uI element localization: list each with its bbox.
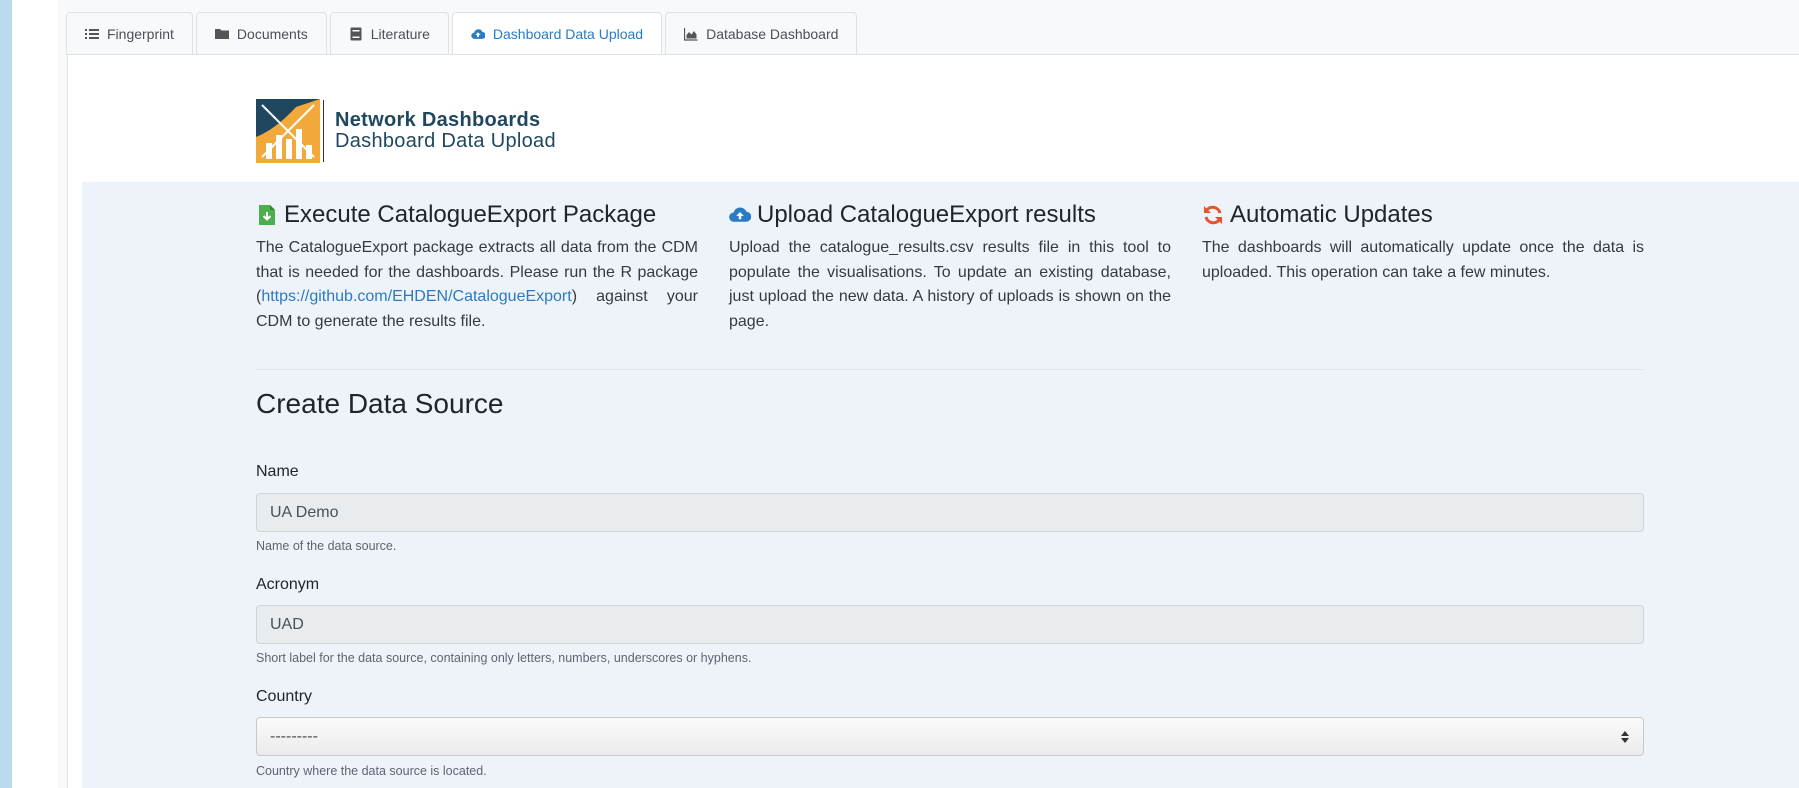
book-icon (350, 27, 362, 41)
cloud-upload-icon (471, 29, 485, 39)
brand-text: Network Dashboards Dashboard Data Upload (335, 110, 556, 152)
info-execute-title: Execute CatalogueExport Package (256, 200, 698, 230)
logo-divider (323, 100, 324, 162)
info-auto-text: The dashboards will automatically update… (1202, 239, 1644, 281)
acronym-label: Acronym (256, 576, 320, 593)
tab-dashboard-data-upload[interactable]: Dashboard Data Upload (451, 12, 663, 55)
tab-documents[interactable]: Documents (195, 12, 327, 55)
name-label: Name (256, 463, 299, 480)
tab-label: Fingerprint (107, 26, 174, 42)
country-select[interactable]: --------- (256, 717, 1644, 756)
brand-header: Network Dashboards Dashboard Data Upload (256, 99, 556, 163)
file-download-icon (259, 205, 275, 225)
info-execute-text: The CatalogueExport package extracts all… (256, 236, 698, 335)
tab-bar: Fingerprint Documents Literature Dashboa… (66, 12, 860, 55)
tab-label: Literature (370, 26, 430, 42)
tab-label: Database Dashboard (706, 26, 839, 42)
tab-database-dashboard[interactable]: Database Dashboard (665, 12, 858, 55)
tab-literature[interactable]: Literature (329, 12, 449, 55)
country-select-value: --------- (270, 727, 318, 745)
info-upload-heading: Upload CatalogueExport results (757, 201, 1096, 228)
info-upload-title: Upload CatalogueExport results (729, 200, 1171, 230)
info-columns: Execute CatalogueExport Package The Cata… (256, 200, 1644, 335)
info-execute: Execute CatalogueExport Package The Cata… (256, 200, 698, 335)
select-arrows-icon (1621, 730, 1629, 743)
catalogue-export-link[interactable]: https://github.com/EHDEN/CatalogueExport (261, 288, 571, 305)
brand-subtitle: Dashboard Data Upload (335, 130, 556, 152)
info-upload: Upload CatalogueExport results Upload th… (729, 200, 1171, 335)
area-chart-icon (684, 28, 698, 41)
name-field[interactable] (256, 493, 1644, 532)
country-help: Country where the data source is located… (256, 764, 487, 778)
tab-label: Documents (236, 26, 308, 42)
network-dashboards-logo (256, 99, 320, 163)
info-auto-title: Automatic Updates (1202, 200, 1644, 230)
folder-icon (214, 29, 229, 39)
refresh-icon (1204, 205, 1222, 225)
info-execute-heading: Execute CatalogueExport Package (284, 201, 657, 228)
tab-label: Dashboard Data Upload (492, 26, 644, 42)
section-divider (256, 369, 1644, 370)
cloud-upload-icon (729, 207, 751, 222)
name-help: Name of the data source. (256, 539, 397, 553)
acronym-help: Short label for the data source, contain… (256, 651, 752, 665)
tab-fingerprint[interactable]: Fingerprint (66, 12, 193, 55)
brand-title: Network Dashboards (335, 109, 541, 131)
info-auto-heading: Automatic Updates (1230, 201, 1433, 228)
country-label: Country (256, 688, 313, 705)
form-title: Create Data Source (256, 388, 504, 419)
left-edge-bar (0, 0, 12, 788)
tab-divider (66, 54, 1799, 55)
acronym-field[interactable] (256, 605, 1644, 644)
list-icon (85, 29, 99, 39)
info-upload-text: Upload the catalogue_results.csv results… (729, 239, 1171, 331)
info-auto: Automatic Updates The dashboards will au… (1202, 200, 1644, 335)
